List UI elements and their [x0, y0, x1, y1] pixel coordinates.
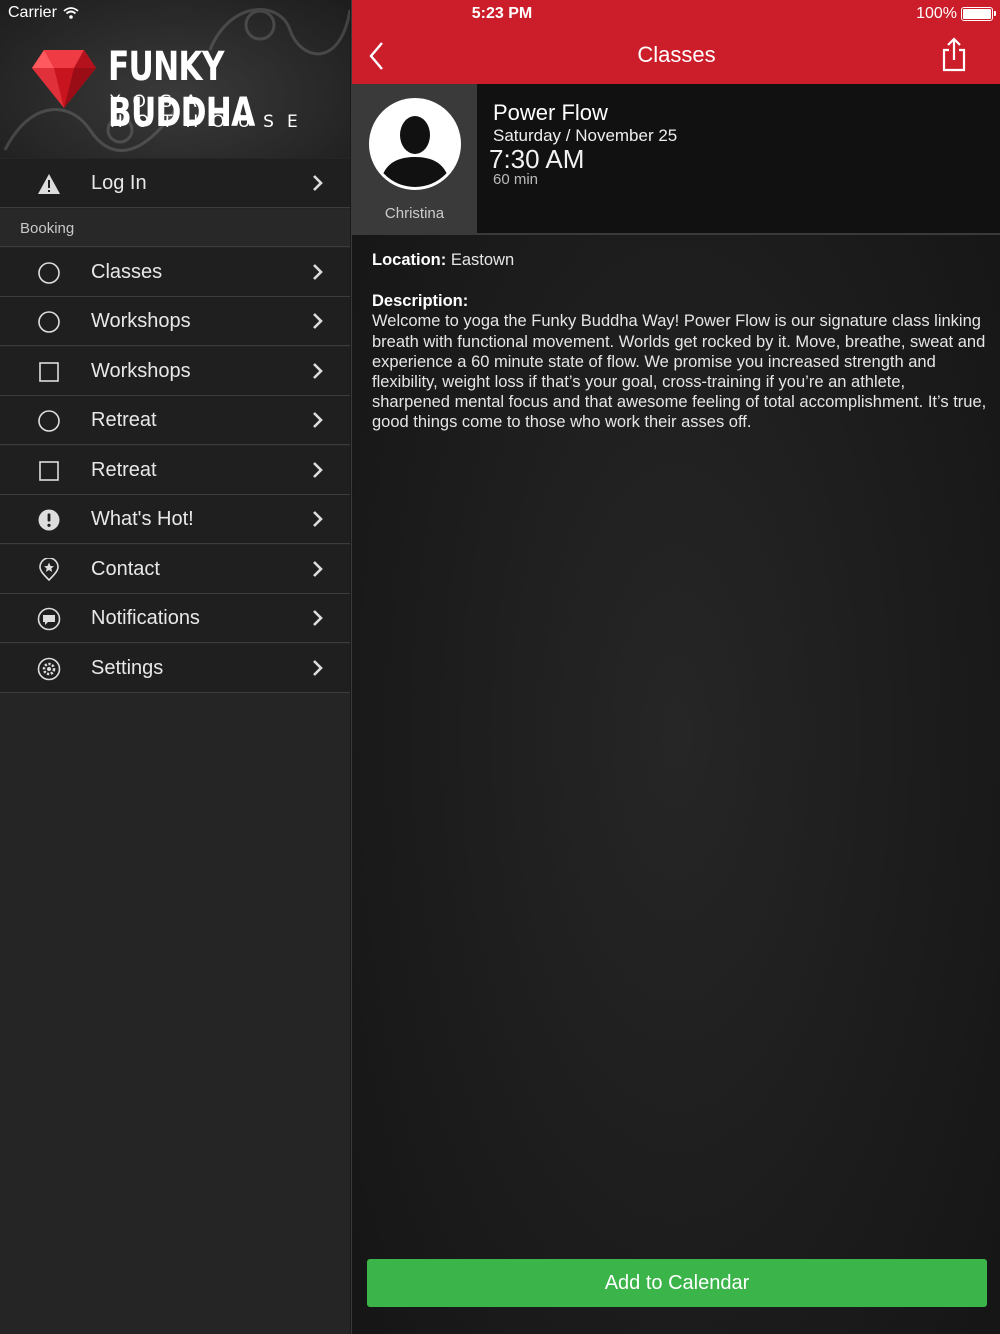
class-date: Saturday / November 25: [493, 126, 678, 145]
chevron-right-icon: [313, 561, 323, 577]
chevron-right-icon: [313, 363, 323, 379]
chat-bubble-icon: [37, 607, 61, 631]
location-label: Location:: [372, 251, 447, 269]
person-silhouette-icon: [372, 101, 458, 187]
sidebar-item-label: Retreat: [91, 408, 157, 431]
sidebar-item-login[interactable]: Log In: [0, 159, 350, 208]
sidebar-item-label: Workshops: [91, 309, 191, 332]
sidebar-item-workshops-list[interactable]: Workshops: [0, 347, 350, 396]
sidebar-item-label: Settings: [91, 656, 164, 679]
sidebar-item-classes[interactable]: Classes: [0, 248, 350, 297]
circle-icon: [38, 311, 60, 333]
navigation-bar: 5:23 PM 100% Classes: [352, 0, 1000, 84]
section-header-booking: Booking: [0, 209, 350, 247]
chevron-right-icon: [313, 610, 323, 626]
square-icon: [39, 362, 59, 382]
location-value: Eastown: [450, 251, 515, 269]
sidebar-item-label: Classes: [91, 260, 163, 283]
class-summary: Christina Power Flow Saturday / November…: [352, 84, 1000, 235]
sidebar-item-notifications[interactable]: Notifications: [0, 594, 350, 643]
sidebar-item-contact[interactable]: Contact: [0, 545, 350, 594]
exclamation-icon: [38, 509, 60, 531]
description-label: Description:: [372, 291, 987, 311]
circle-icon: [38, 262, 60, 284]
avatar: [369, 98, 461, 190]
chevron-right-icon: [313, 264, 323, 280]
class-duration: 60 min: [493, 171, 539, 188]
class-name: Power Flow: [493, 100, 608, 125]
battery-percent: 100%: [916, 5, 957, 22]
wifi-icon: [63, 7, 79, 19]
class-detail-panel: 5:23 PM 100% Classes Christina Power Flo…: [351, 0, 1000, 1334]
chevron-right-icon: [313, 511, 323, 527]
chevron-right-icon: [313, 660, 323, 676]
sidebar-item-whats-hot[interactable]: What's Hot!: [0, 495, 350, 544]
sidebar-item-label: Notifications: [91, 606, 200, 629]
status-battery: 100%: [916, 5, 996, 23]
status-carrier: Carrier: [8, 4, 79, 22]
sidebar-item-label: Contact: [91, 557, 160, 580]
section-label: Booking: [20, 220, 75, 237]
sidebar-item-retreat-list[interactable]: Retreat: [0, 446, 350, 495]
location-pin-icon: [39, 558, 59, 582]
class-details: Location: Eastown Description: Welcome t…: [372, 250, 987, 433]
sidebar-item-label: Retreat: [91, 458, 157, 481]
chevron-right-icon: [313, 462, 323, 478]
location-row: Location: Eastown: [372, 250, 987, 270]
sidebar-item-label: Workshops: [91, 359, 191, 382]
sidebar-item-workshops[interactable]: Workshops: [0, 297, 350, 346]
logo-subtitle: YOGA HOTHOUSE: [110, 92, 311, 132]
sidebar-item-retreat[interactable]: Retreat: [0, 396, 350, 445]
sidebar-item-settings[interactable]: Settings: [0, 644, 350, 693]
chevron-right-icon: [313, 313, 323, 329]
instructor-panel[interactable]: Christina: [352, 84, 477, 233]
carrier-label: Carrier: [8, 4, 57, 21]
logo-header: FUNKY BUDDHA YOGA HOTHOUSE: [0, 0, 350, 158]
chevron-right-icon: [313, 412, 323, 428]
description-text: Welcome to yoga the Funky Buddha Way! Po…: [372, 312, 987, 432]
warning-icon: [38, 174, 60, 194]
square-icon: [39, 461, 59, 481]
instructor-name: Christina: [384, 205, 445, 222]
sidebar: FUNKY BUDDHA YOGA HOTHOUSE Carrier Log I…: [0, 0, 350, 1334]
add-to-calendar-button[interactable]: Add to Calendar: [367, 1259, 987, 1307]
share-icon[interactable]: [940, 36, 968, 72]
gear-icon: [37, 657, 61, 681]
chevron-right-icon: [313, 175, 323, 191]
nav-title: Classes: [637, 42, 716, 67]
sidebar-item-label: What's Hot!: [91, 507, 194, 530]
description-label-text: Description:: [372, 292, 469, 311]
sidebar-item-label: Log In: [91, 171, 147, 194]
status-time: 5:23 PM: [471, 5, 533, 22]
ruby-gem-logo-icon: [32, 50, 96, 108]
battery-icon: [961, 7, 996, 21]
circle-icon: [38, 410, 60, 432]
